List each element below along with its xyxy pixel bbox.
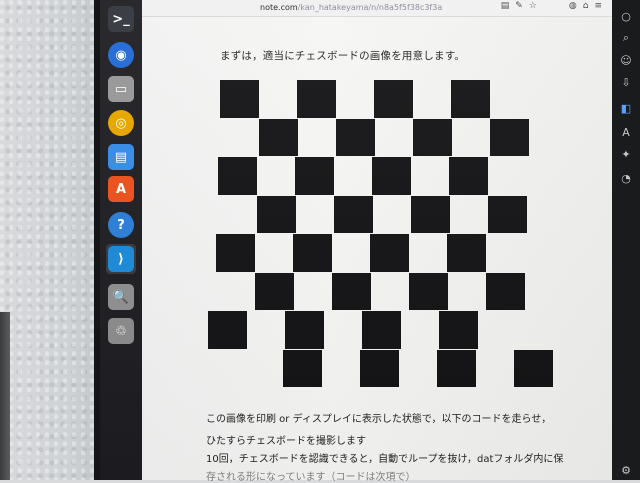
chessboard-dark-square <box>335 118 375 156</box>
chessboard-dark-square <box>297 80 336 118</box>
chessboard-dark-square <box>451 80 490 118</box>
url-field[interactable]: note.com/kan_hatakeyama/n/n8a5f5f38c3f3a <box>260 1 478 14</box>
rhythmbox-icon[interactable]: ◎ <box>106 108 136 138</box>
account-icon[interactable]: ◍ <box>569 1 577 15</box>
address-bar[interactable]: note.com/kan_hatakeyama/n/n8a5f5f38c3f3a… <box>142 0 612 17</box>
menu-icon[interactable]: ≡ <box>594 1 602 15</box>
browser-icon[interactable]: ◉ <box>106 40 136 70</box>
article-paragraph-1: この画像を印刷 or ディスプレイに表示した状態で，以下のコードを走らせ， <box>206 414 552 425</box>
chessboard-dark-square <box>333 195 373 233</box>
home-icon[interactable]: ⌂ <box>583 1 589 15</box>
extensions-icon[interactable]: ✎ <box>515 1 523 15</box>
sidebar-settings-icon[interactable]: ⚙ <box>618 462 634 478</box>
browser-toolbar: ▤ ✎ ☆ ◍ ⌂ ≡ <box>501 1 602 15</box>
cable <box>0 312 10 480</box>
chessboard-dark-square <box>513 349 553 387</box>
sidebar-search-icon[interactable]: ⌕ <box>618 30 634 46</box>
chessboard-dark-square <box>485 272 525 310</box>
article-paragraph-4: 存される形になっています（コードは次項で） <box>206 472 416 483</box>
trash-icon[interactable]: ♲ <box>106 316 136 346</box>
vscode-icon[interactable]: ⟩ <box>106 244 136 274</box>
chessboard-dark-square <box>254 272 294 310</box>
sidebar-spark-icon[interactable]: ✦ <box>618 146 634 162</box>
chessboard-dark-square <box>410 195 450 233</box>
chessboard-dark-square <box>282 349 322 387</box>
url-host: note.com <box>260 3 298 12</box>
chessboard-dark-square <box>412 118 452 156</box>
reader-icon[interactable]: ▤ <box>501 1 510 15</box>
chessboard-dark-square <box>208 311 247 349</box>
chessboard-dark-square <box>258 118 298 156</box>
sidebar-circle-icon[interactable]: ○ <box>618 8 634 24</box>
chessboard-dark-square <box>370 234 409 272</box>
software-center-icon[interactable]: A <box>106 174 136 204</box>
chessboard-dark-square <box>436 349 476 387</box>
chessboard-dark-square <box>220 80 259 118</box>
chessboard-dark-square <box>359 349 399 387</box>
chessboard-dark-square <box>295 157 334 195</box>
chessboard-dark-square <box>408 272 448 310</box>
chessboard-dark-square <box>372 157 411 195</box>
chessboard-dark-square <box>489 118 529 156</box>
chessboard-dark-square <box>216 234 255 272</box>
files-icon[interactable]: ▭ <box>106 74 136 104</box>
help-icon[interactable]: ? <box>106 210 136 240</box>
chessboard-dark-square <box>331 272 371 310</box>
article-paragraph-3: 10回，チェスボードを認識できると，自動でループを抜け，datフォルダ内に保 <box>206 454 564 465</box>
chessboard-dark-square <box>439 311 478 349</box>
browser-sidebar: ○ ⌕ ☺ ⇩ ◧ A ✦ ◔ ⚙ <box>612 0 640 480</box>
article-paragraph-2: ひたすらチェスボードを撮影します <box>206 436 366 447</box>
sidebar-download-icon[interactable]: ⇩ <box>618 74 634 90</box>
chessboard-dark-square <box>362 311 401 349</box>
sidebar-font-icon[interactable]: A <box>618 124 634 140</box>
sidebar-user-icon[interactable]: ☺ <box>618 52 634 68</box>
chessboard-dark-square <box>487 195 527 233</box>
sidebar-clock-icon[interactable]: ◔ <box>618 170 634 186</box>
ubuntu-dock: >_ ◉ ▭ ◎ ▤ A? ⟩ 🔍 ♲ <box>100 0 142 480</box>
chessboard-dark-square <box>256 195 296 233</box>
chessboard-image <box>208 78 553 396</box>
image-viewer-icon[interactable]: 🔍 <box>106 282 136 312</box>
sidebar-translate-icon[interactable]: ◧ <box>618 100 634 116</box>
chessboard-dark-square <box>447 234 486 272</box>
terminal-icon[interactable]: >_ <box>106 4 136 34</box>
chessboard-dark-square <box>285 311 324 349</box>
url-path: /kan_hatakeyama/n/n8a5f5f38c3f3a <box>297 3 443 12</box>
chessboard-dark-square <box>374 80 413 118</box>
bookmark-star-icon[interactable]: ☆ <box>529 1 537 15</box>
chessboard-dark-square <box>293 234 332 272</box>
chessboard-dark-square <box>449 157 488 195</box>
document-icon[interactable]: ▤ <box>106 142 136 172</box>
chessboard-dark-square <box>218 157 257 195</box>
article-intro-text: まずは，適当にチェスボードの画像を用意します。 <box>220 50 466 62</box>
